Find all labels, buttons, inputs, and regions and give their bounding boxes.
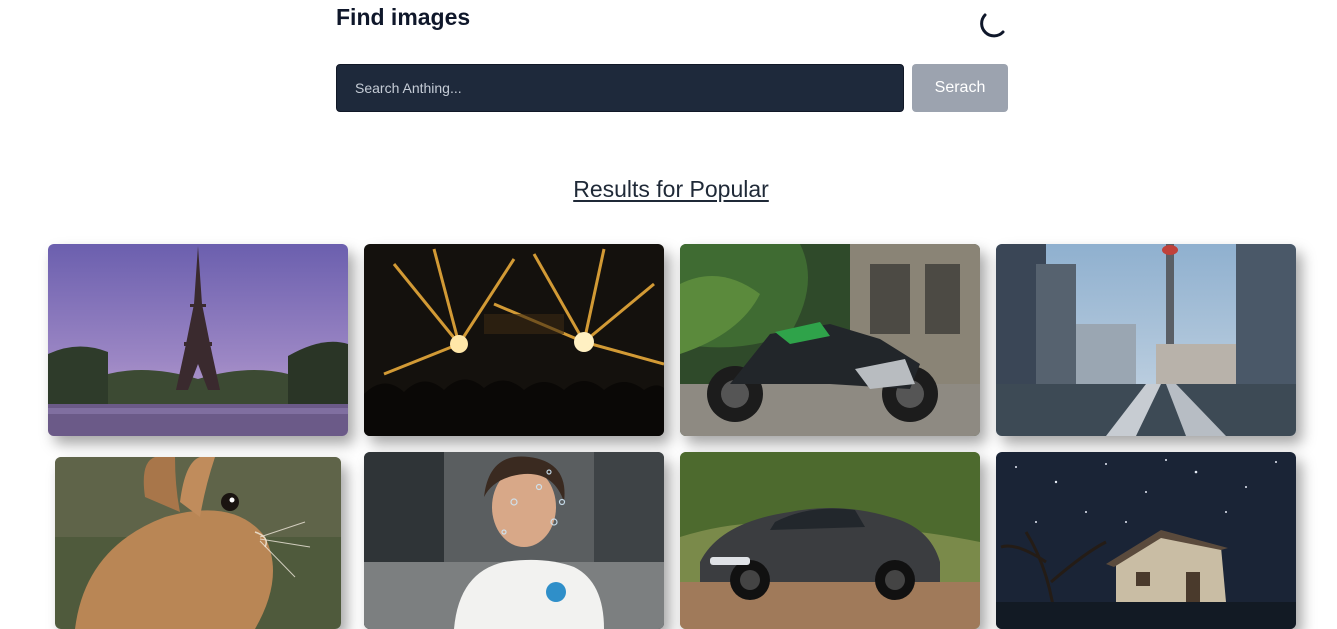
image-card-motorcycle[interactable]	[680, 244, 980, 436]
moon-icon	[980, 13, 1005, 38]
image-card-city-tower[interactable]	[996, 244, 1296, 436]
image-card-eiffel-tower[interactable]	[48, 244, 348, 436]
image-card-sports-car[interactable]	[680, 452, 980, 629]
search-button[interactable]: Serach	[912, 64, 1008, 112]
search-input[interactable]	[336, 64, 904, 112]
theme-toggle-button[interactable]	[972, 8, 1008, 44]
results-heading: Results for Popular	[573, 176, 769, 202]
page-title: Find images	[336, 4, 471, 30]
image-card-rabbit[interactable]	[55, 457, 341, 629]
image-card-concert-lights[interactable]	[364, 244, 664, 436]
image-card-woman-bubbles[interactable]	[364, 452, 664, 629]
image-card-starry-house[interactable]	[996, 452, 1296, 629]
